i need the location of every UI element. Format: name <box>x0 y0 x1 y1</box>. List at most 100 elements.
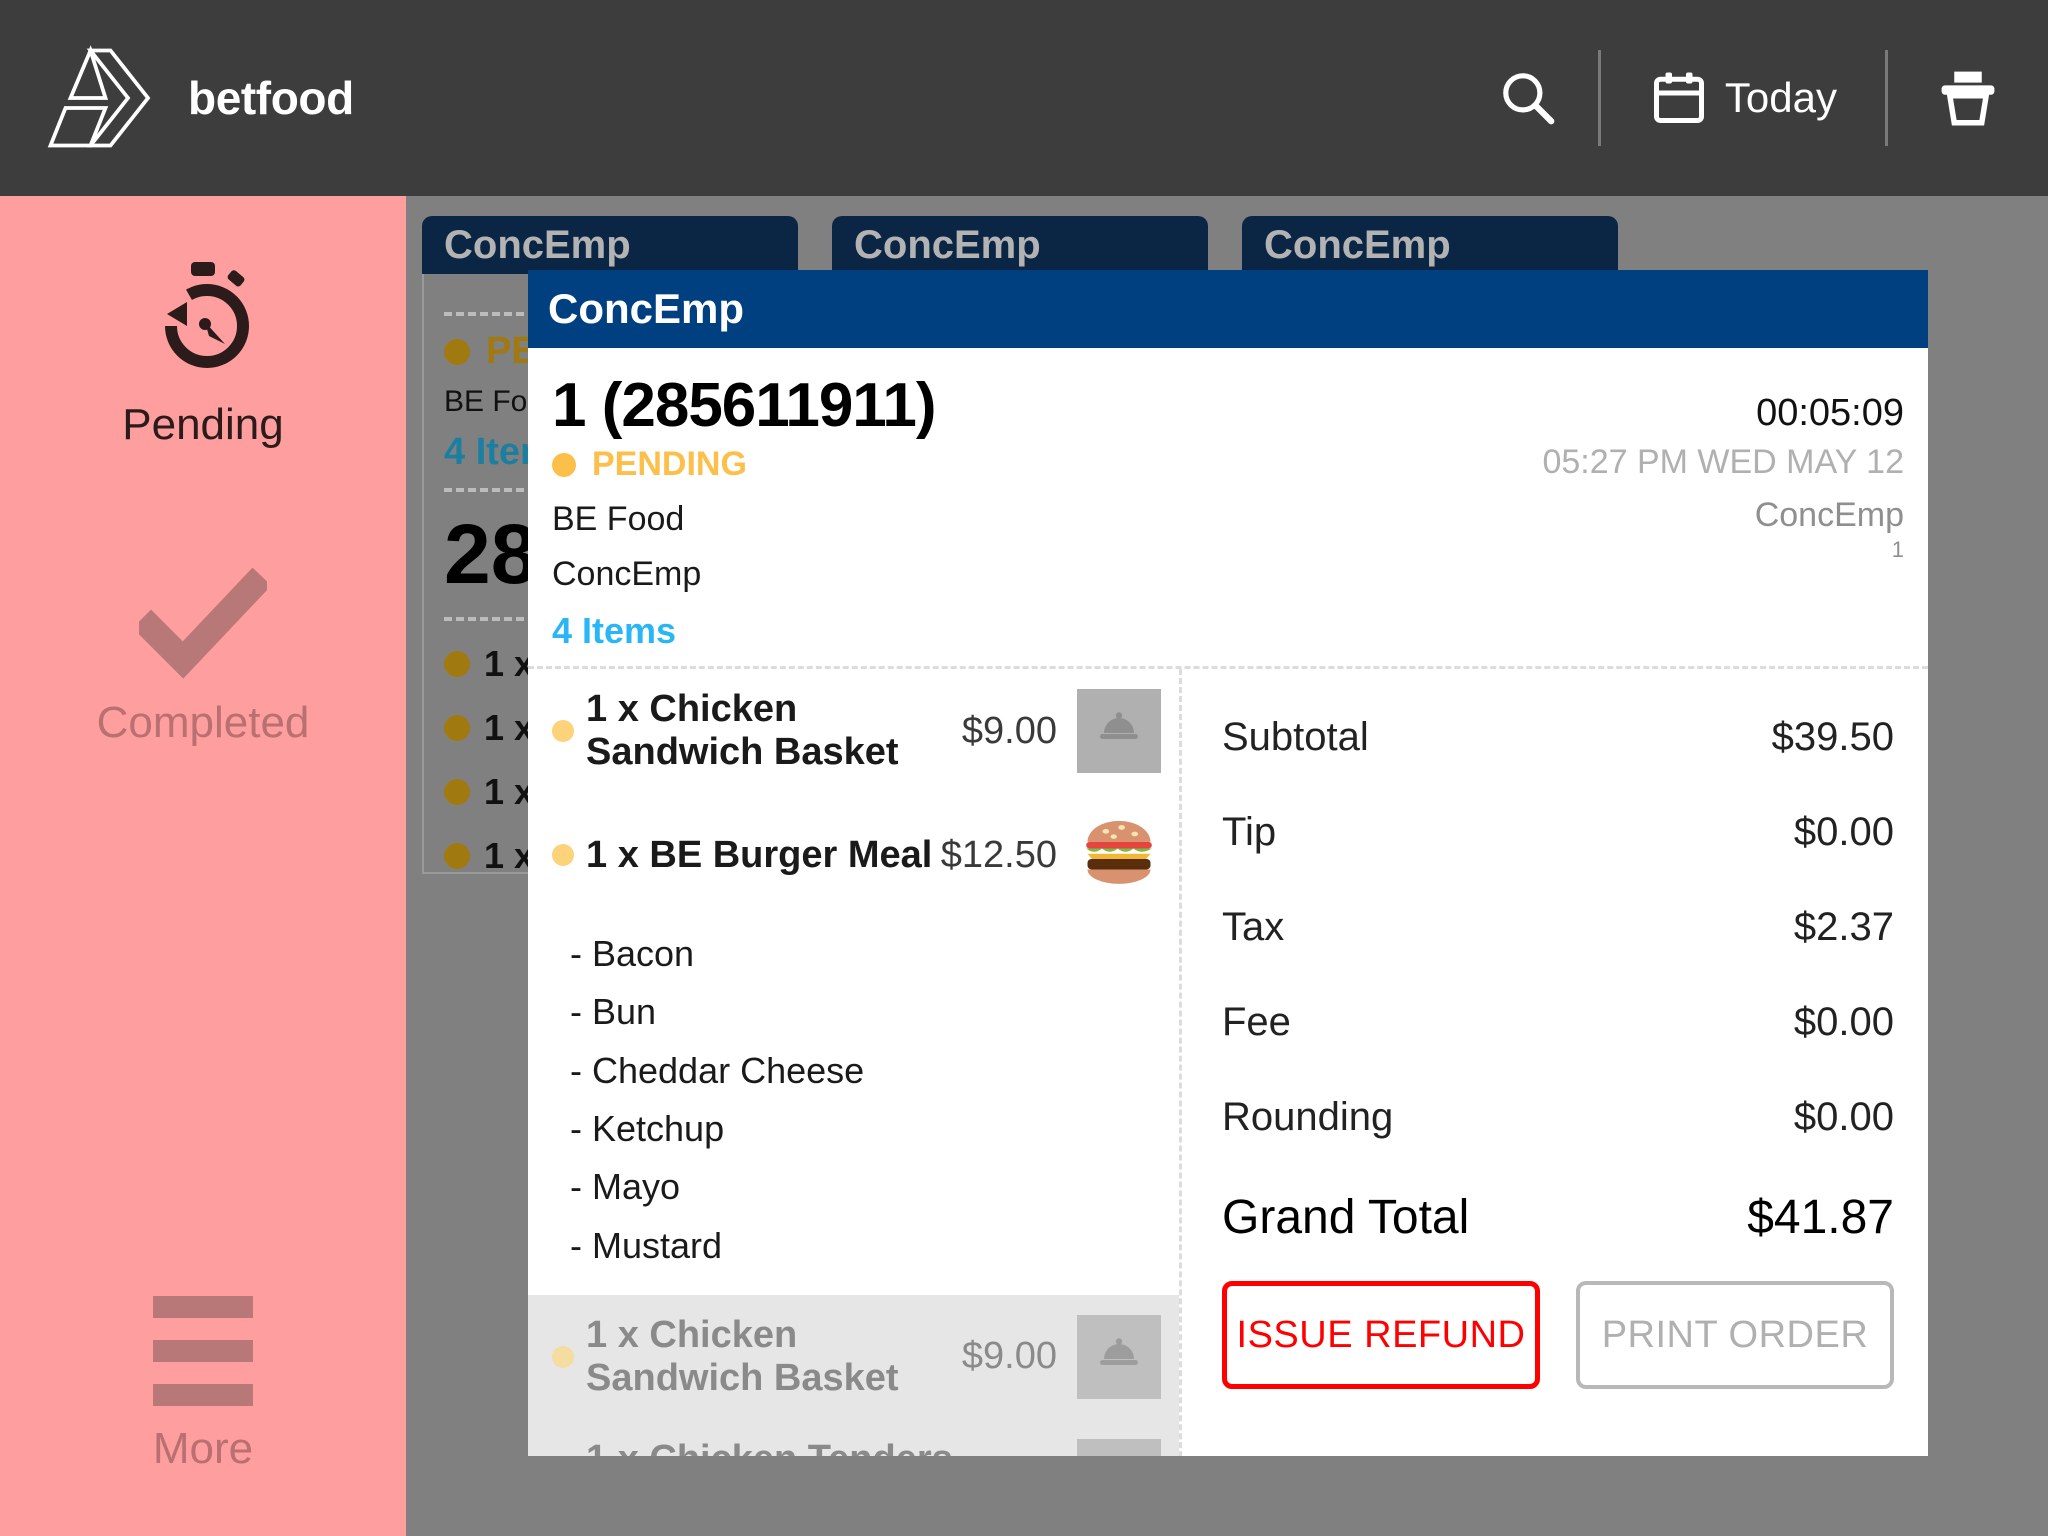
today-button[interactable]: Today <box>1601 0 1885 196</box>
sidebar-item-label: Pending <box>122 400 283 450</box>
total-row: Subtotal $39.50 <box>1222 715 1894 760</box>
issue-refund-button[interactable]: ISSUE REFUND <box>1222 1281 1540 1389</box>
order-item-row[interactable]: 1 x Chicken Tenders Basket $9.00 <box>528 1419 1179 1456</box>
app-root: betfood Today <box>0 0 2048 1536</box>
order-datetime: 05:27 PM WED MAY 12 <box>1542 443 1904 482</box>
tab-label: ConcEmp <box>444 223 631 268</box>
search-icon <box>1497 67 1559 129</box>
total-value: $0.00 <box>1794 810 1894 855</box>
order-item-name: 1 x Chicken Tenders Basket <box>586 1438 962 1456</box>
total-row: Tip $0.00 <box>1222 810 1894 855</box>
brand-name: betfood <box>188 71 354 125</box>
order-items-count: 4 Items <box>552 610 936 652</box>
sidebar-item-completed[interactable]: Completed <box>0 568 406 748</box>
top-bar-actions: Today <box>1458 0 2048 196</box>
betfood-logo-icon <box>34 43 162 153</box>
total-value: $0.00 <box>1794 1095 1894 1140</box>
grand-total-label: Grand Total <box>1222 1190 1469 1245</box>
total-row: Fee $0.00 <box>1222 1000 1894 1045</box>
order-detail-modal: ConcEmp 1 (285611911) PENDING BE Food Co… <box>528 270 1928 1456</box>
grand-total-row: Grand Total $41.87 <box>1222 1190 1894 1245</box>
order-item-name: 1 x Chicken Sandwich Basket <box>586 688 962 774</box>
cloche-icon <box>1077 1315 1161 1399</box>
cloche-icon <box>1077 1439 1161 1456</box>
modifier-line: - Mayo <box>570 1158 1179 1216</box>
sidebar-item-more[interactable]: More <box>0 1296 406 1474</box>
search-button[interactable] <box>1458 0 1598 196</box>
printer-icon <box>1935 65 2001 131</box>
modifier-line: - Bacon <box>570 925 1179 983</box>
order-item-price: $9.00 <box>962 710 1057 753</box>
bullet-icon <box>444 779 470 805</box>
sidebar-item-pending[interactable]: Pending <box>0 254 406 450</box>
order-status-label: PENDING <box>592 445 747 484</box>
tab-concemp-1[interactable]: ConcEmp <box>422 216 798 274</box>
modifier-line: - Bun <box>570 983 1179 1041</box>
burger-icon <box>1077 813 1161 897</box>
order-summary-left: 1 (285611911) PENDING BE Food ConcEmp 4 … <box>552 370 936 652</box>
order-timer: 00:05:09 <box>1542 392 1904 435</box>
order-item-row[interactable]: 1 x Chicken Sandwich Basket $9.00 <box>528 1295 1179 1419</box>
order-item-price: $9.00 <box>962 1335 1057 1378</box>
print-button[interactable] <box>1888 0 2048 196</box>
bullet-icon <box>444 843 470 869</box>
status-dot-icon <box>444 339 470 365</box>
total-row: Rounding $0.00 <box>1222 1095 1894 1140</box>
order-id: 1 (285611911) <box>552 370 936 441</box>
order-item-name: 1 x Chicken Sandwich Basket <box>586 1314 962 1400</box>
brand: betfood <box>0 43 354 153</box>
total-row: Tax $2.37 <box>1222 905 1894 950</box>
total-value: $39.50 <box>1772 715 1894 760</box>
order-item-price: $12.50 <box>941 834 1057 877</box>
order-status-badge: PENDING <box>552 445 936 484</box>
cloche-icon <box>1077 689 1161 773</box>
calendar-icon <box>1649 68 1709 128</box>
sidebar-item-label: Completed <box>97 698 310 748</box>
tab-row: ConcEmp ConcEmp ConcEmp <box>422 216 1618 274</box>
today-label: Today <box>1725 74 1837 122</box>
order-vendor: BE Food <box>552 500 936 539</box>
sidebar-item-label: More <box>153 1424 253 1474</box>
modal-title: ConcEmp <box>548 285 744 333</box>
order-summary-right: 00:05:09 05:27 PM WED MAY 12 ConcEmp 1 <box>1542 370 1904 652</box>
bullet-icon <box>444 651 470 677</box>
total-label: Fee <box>1222 1000 1291 1045</box>
issue-refund-label: ISSUE REFUND <box>1237 1314 1526 1357</box>
bullet-icon <box>552 1346 574 1368</box>
bullet-icon <box>552 720 574 742</box>
hamburger-icon <box>153 1296 253 1406</box>
order-items-list: 1 x Chicken Sandwich Basket $9.00 1 x BE… <box>528 669 1182 1456</box>
modifier-line: - Cheddar Cheese <box>570 1042 1179 1100</box>
tab-label: ConcEmp <box>854 223 1041 268</box>
modifier-line: - Mustard <box>570 1217 1179 1275</box>
order-source: ConcEmp <box>552 555 936 594</box>
modifier-line: - Ketchup <box>570 1100 1179 1158</box>
total-label: Subtotal <box>1222 715 1369 760</box>
tab-concemp-2[interactable]: ConcEmp <box>832 216 1208 274</box>
order-totals-panel: Subtotal $39.50 Tip $0.00 Tax $2.37 Fee … <box>1182 669 1928 1456</box>
sidebar: Pending Completed More <box>0 196 406 1536</box>
tab-concemp-3[interactable]: ConcEmp <box>1242 216 1618 274</box>
order-item-row[interactable]: 1 x BE Burger Meal $12.50 <box>528 793 1179 917</box>
order-item-name: 1 x BE Burger Meal <box>586 834 941 877</box>
order-item-modifiers: - Bacon - Bun - Cheddar Cheese - Ketchup… <box>528 917 1179 1295</box>
modal-header: ConcEmp <box>528 270 1928 348</box>
bullet-icon <box>552 844 574 866</box>
order-employee-number: 1 <box>1542 537 1904 563</box>
order-item-row[interactable]: 1 x Chicken Sandwich Basket $9.00 <box>528 669 1179 793</box>
modal-body: 1 x Chicken Sandwich Basket $9.00 1 x BE… <box>528 669 1928 1456</box>
dimmed-items-band: 1 x Chicken Sandwich Basket $9.00 1 x Ch… <box>528 1295 1179 1456</box>
order-employee: ConcEmp <box>1542 496 1904 535</box>
total-label: Tax <box>1222 905 1284 950</box>
print-order-button[interactable]: PRINT ORDER <box>1576 1281 1894 1389</box>
total-label: Tip <box>1222 810 1276 855</box>
stopwatch-icon <box>139 254 267 382</box>
total-value: $0.00 <box>1794 1000 1894 1045</box>
checkmark-icon <box>139 568 267 680</box>
print-order-label: PRINT ORDER <box>1602 1314 1869 1357</box>
order-summary-header: 1 (285611911) PENDING BE Food ConcEmp 4 … <box>528 348 1928 669</box>
top-bar: betfood Today <box>0 0 2048 196</box>
total-label: Rounding <box>1222 1095 1393 1140</box>
status-dot-icon <box>552 453 576 477</box>
tab-label: ConcEmp <box>1264 223 1451 268</box>
